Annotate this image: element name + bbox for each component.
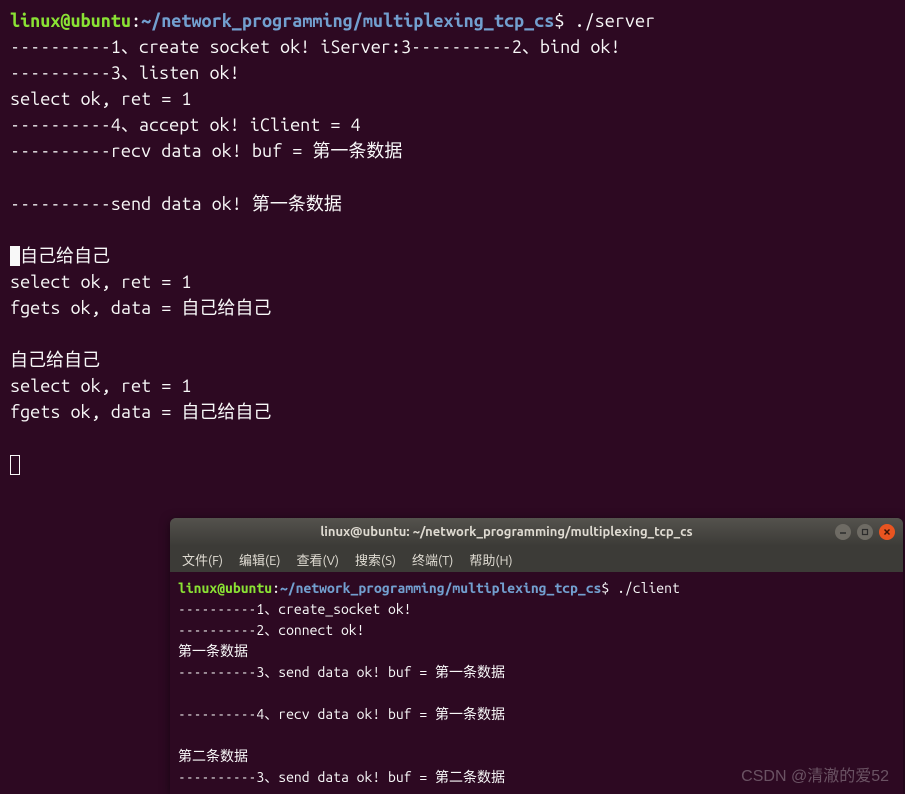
input-text: 自己给自己: [20, 246, 110, 266]
prompt-line: linux@ubuntu:~/network_programming/multi…: [10, 8, 895, 34]
output-line: select ok, ret = 1: [10, 373, 895, 399]
output-line: [10, 217, 895, 243]
minimize-button[interactable]: [835, 524, 851, 540]
window-controls: [835, 524, 895, 540]
cursor-box-icon: [10, 455, 20, 475]
prompt-path: ~/network_programming/multiplexing_tcp_c…: [280, 580, 601, 596]
close-icon: [883, 528, 891, 536]
output-line: ----------send data ok! 第一条数据: [10, 191, 895, 217]
output-line: [10, 165, 895, 191]
prompt-command: ./client: [617, 580, 680, 596]
prompt-path: ~/network_programming/multiplexing_tcp_c…: [141, 11, 554, 31]
output-line: ----------3、listen ok!: [10, 60, 895, 86]
output-line: fgets ok, data = 自己给自己: [10, 295, 895, 321]
menu-help[interactable]: 帮助(H): [463, 548, 518, 571]
prompt-line: linux@ubuntu:~/network_programming/multi…: [178, 578, 895, 599]
prompt-colon: :: [131, 11, 141, 31]
menu-file[interactable]: 文件(F): [176, 548, 229, 571]
output-line: fgets ok, data = 自己给自己: [10, 399, 895, 425]
prompt-colon: :: [272, 580, 280, 596]
titlebar[interactable]: linux@ubuntu: ~/network_programming/mult…: [170, 518, 903, 546]
prompt-user-host: linux@ubuntu: [10, 11, 131, 31]
window-title: linux@ubuntu: ~/network_programming/mult…: [178, 525, 835, 539]
output-line: [178, 683, 895, 704]
output-line: ----------1、create_socket ok!: [178, 599, 895, 620]
menu-view[interactable]: 查看(V): [291, 548, 345, 571]
menu-edit[interactable]: 编辑(E): [233, 548, 286, 571]
prompt-command: ./server: [575, 11, 656, 31]
output-line: [10, 321, 895, 347]
output-line: select ok, ret = 1: [10, 86, 895, 112]
output-line: ----------4、recv data ok! buf = 第一条数据: [178, 704, 895, 725]
output-line: 第一条数据: [178, 641, 895, 662]
output-line: [178, 725, 895, 746]
output-line: ----------2、connect ok!: [178, 620, 895, 641]
menu-terminal[interactable]: 终端(T): [406, 548, 459, 571]
output-line: [10, 426, 895, 452]
prompt-dollar: $: [554, 11, 574, 31]
output-line: [10, 452, 895, 478]
watermark: CSDN @清澈的爱52: [741, 762, 889, 786]
menubar: 文件(F) 编辑(E) 查看(V) 搜索(S) 终端(T) 帮助(H): [170, 546, 903, 572]
main-terminal[interactable]: linux@ubuntu:~/network_programming/multi…: [0, 0, 905, 486]
menu-search[interactable]: 搜索(S): [349, 548, 402, 571]
prompt-user-host: linux@ubuntu: [178, 580, 272, 596]
output-line: ----------1、create socket ok! iServer:3-…: [10, 34, 895, 60]
output-line: 自己给自己: [10, 243, 895, 269]
cursor-icon: [10, 246, 20, 266]
output-line: ----------3、send data ok! buf = 第一条数据: [178, 662, 895, 683]
output-line: 自己给自己: [10, 347, 895, 373]
maximize-icon: [861, 528, 869, 536]
maximize-button[interactable]: [857, 524, 873, 540]
output-line: ----------recv data ok! buf = 第一条数据: [10, 138, 895, 164]
output-line: ----------4、accept ok! iClient = 4: [10, 112, 895, 138]
output-line: select ok, ret = 1: [10, 269, 895, 295]
client-terminal-window: linux@ubuntu: ~/network_programming/mult…: [170, 518, 903, 794]
prompt-dollar: $: [601, 580, 617, 596]
close-button[interactable]: [879, 524, 895, 540]
client-terminal[interactable]: linux@ubuntu:~/network_programming/multi…: [170, 572, 903, 794]
minimize-icon: [839, 528, 847, 536]
